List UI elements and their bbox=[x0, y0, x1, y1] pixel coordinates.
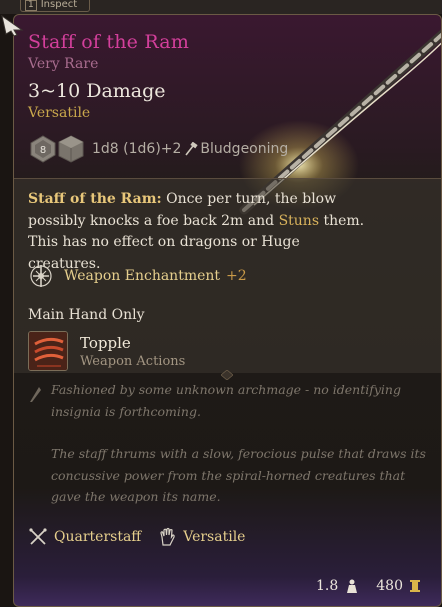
item-price: 480 bbox=[376, 578, 403, 594]
weapon-enchantment[interactable]: Weapon Enchantment +2 bbox=[28, 263, 247, 289]
weapon-property[interactable]: Versatile bbox=[28, 105, 189, 121]
weight-icon bbox=[347, 579, 358, 593]
d6-die-icon bbox=[58, 135, 84, 163]
inspect-hotkey: 1 bbox=[25, 0, 37, 11]
tag-versatile[interactable]: Versatile bbox=[157, 527, 245, 547]
enchantment-icon bbox=[30, 265, 52, 287]
lore-paragraph-1: Fashioned by some unknown archmage - no … bbox=[51, 382, 401, 419]
hand-requirement: Main Hand Only bbox=[28, 307, 145, 323]
damage-dice-row: 8 1d8 (1d6)+2 Bludgeoning bbox=[30, 135, 288, 163]
enchantment-label: Weapon Enchantment bbox=[64, 268, 221, 284]
crossed-staves-icon bbox=[29, 528, 47, 545]
item-rarity: Very Rare bbox=[28, 56, 99, 72]
item-name: Staff of the Ram bbox=[28, 31, 190, 53]
item-weight: 1.8 bbox=[316, 578, 339, 594]
item-header: Staff of the Ram Very Rare 3~10 Damage V… bbox=[28, 31, 189, 121]
action-name: Topple bbox=[80, 333, 131, 352]
quill-icon bbox=[30, 387, 41, 402]
pointer-cursor-icon bbox=[1, 14, 24, 36]
damage-type: Bludgeoning bbox=[200, 141, 289, 157]
description-name: Staff of the Ram: bbox=[28, 191, 162, 207]
top-bar: 1 Inspect bbox=[0, 0, 442, 14]
weapon-tags: Quarterstaff Versatile bbox=[28, 527, 261, 547]
item-tooltip: Staff of the Ram Very Rare 3~10 Damage V… bbox=[13, 14, 442, 607]
d8-die-value: 8 bbox=[40, 145, 46, 156]
item-lore: Fashioned by some unknown archmage - no … bbox=[28, 379, 428, 508]
tag-label: Quarterstaff bbox=[54, 529, 142, 545]
weapon-action-topple[interactable]: Topple Weapon Actions bbox=[28, 331, 185, 371]
topple-icon bbox=[28, 331, 68, 371]
stun-keyword[interactable]: Stuns bbox=[279, 213, 319, 229]
lore-paragraph-2: The staff thrums with a slow, ferocious … bbox=[51, 446, 426, 504]
damage-formula: 1d8 (1d6)+2 bbox=[92, 141, 182, 157]
tag-label: Versatile bbox=[183, 529, 246, 545]
open-hand-icon bbox=[160, 527, 175, 546]
bludgeoning-icon bbox=[185, 142, 199, 156]
enchantment-bonus: +2 bbox=[226, 268, 247, 284]
inspect-tab[interactable]: 1 Inspect bbox=[20, 0, 90, 12]
tag-quarterstaff[interactable]: Quarterstaff bbox=[28, 527, 141, 547]
gold-coin-icon bbox=[410, 580, 420, 592]
item-footer: 1.8 480 bbox=[316, 578, 427, 594]
damage-range: 3~10 Damage bbox=[28, 80, 166, 102]
d8-die-icon: 8 bbox=[30, 135, 56, 163]
item-details-section: Staff of the Ram: Once per turn, the blo… bbox=[14, 178, 441, 373]
action-category: Weapon Actions bbox=[80, 353, 186, 369]
inspect-label: Inspect bbox=[40, 0, 78, 10]
